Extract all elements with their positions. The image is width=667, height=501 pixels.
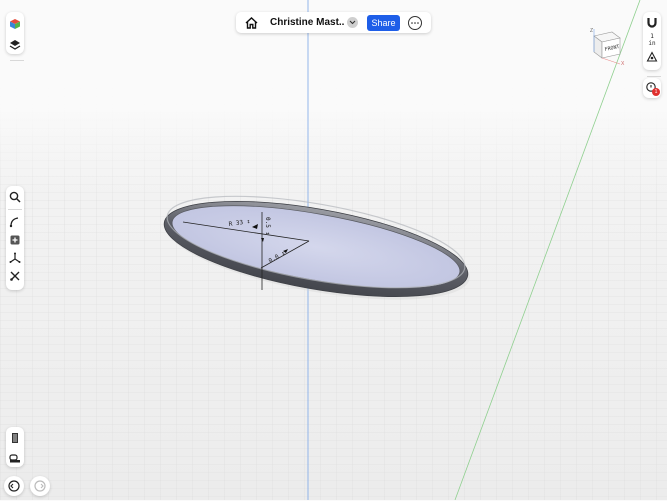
- undo-icon: [8, 480, 20, 492]
- tools-button[interactable]: [6, 267, 24, 285]
- info-button[interactable]: 1: [643, 78, 661, 98]
- view-cube-axis-x: X: [621, 61, 625, 66]
- chevron-down-icon: [349, 20, 356, 25]
- units-button[interactable]: 1 in: [643, 33, 661, 47]
- units-unit: in: [648, 40, 656, 47]
- add-primitive-button[interactable]: [6, 231, 24, 249]
- scene-canvas[interactable]: R 33 ↕ 0.5 ↕ 0.0 ↕: [0, 0, 667, 500]
- snap-icon: [646, 51, 658, 62]
- 3d-viewport[interactable]: R 33 ↕ 0.5 ↕ 0.0 ↕: [0, 0, 667, 500]
- measure-button[interactable]: [6, 449, 24, 467]
- more-options-icon: [411, 21, 419, 24]
- undo-button[interactable]: [4, 476, 24, 496]
- bottom-left-toolbar: [6, 427, 24, 467]
- measure-icon: [9, 454, 20, 463]
- top-left-toolbar: [6, 12, 24, 54]
- redo-icon: [34, 480, 46, 492]
- toolbar-divider: [10, 60, 24, 61]
- view-cube-axis-z: Z: [590, 28, 593, 34]
- more-options-button[interactable]: [408, 15, 422, 30]
- sketch-button[interactable]: [6, 213, 24, 231]
- document-title-bar: Christine Mast... Share: [236, 12, 431, 33]
- history-button[interactable]: [6, 429, 24, 447]
- search-icon: [9, 191, 21, 203]
- title-dropdown-button[interactable]: [347, 17, 358, 28]
- view-cube-graphic: Z X FRONT: [590, 28, 625, 67]
- sketch-icon: [9, 217, 19, 228]
- layers-button[interactable]: [6, 36, 24, 54]
- magnet-icon: [647, 18, 657, 28]
- home-button[interactable]: [236, 12, 266, 33]
- appearance-cube-icon: [10, 19, 20, 29]
- units-value: 1: [650, 33, 654, 40]
- move-button[interactable]: [6, 249, 24, 267]
- redo-button[interactable]: [30, 476, 50, 496]
- home-icon: [245, 16, 257, 29]
- appearance-button[interactable]: [6, 15, 24, 33]
- right-toolbar-divider: [647, 76, 661, 77]
- notification-badge: 1: [652, 88, 660, 96]
- search-button[interactable]: [6, 188, 24, 206]
- document-title[interactable]: Christine Mast...: [270, 17, 344, 28]
- share-button[interactable]: Share: [367, 14, 400, 31]
- right-toolbar: 1 in: [643, 12, 661, 70]
- snap-button[interactable]: [643, 48, 661, 66]
- view-cube[interactable]: Z X FRONT: [586, 26, 626, 67]
- height-dimension-label[interactable]: 0.5 ↕: [264, 217, 271, 235]
- add-primitive-icon: [10, 235, 20, 245]
- left-tool-panel: [6, 186, 24, 290]
- history-icon: [12, 433, 18, 443]
- move-icon: [9, 252, 21, 263]
- tools-icon: [10, 271, 20, 281]
- layers-icon: [9, 40, 21, 50]
- tool-divider: [8, 209, 22, 210]
- magnet-button[interactable]: [643, 14, 661, 32]
